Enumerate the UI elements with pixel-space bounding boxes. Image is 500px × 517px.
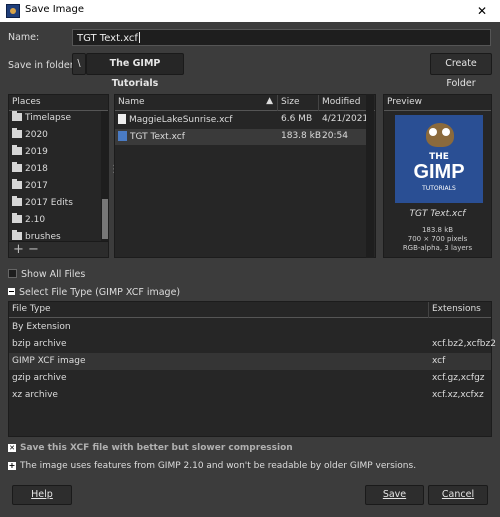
name-label: Name:	[8, 32, 40, 43]
preview-colorspace: RGB-alpha, 3 layers	[402, 244, 473, 252]
preview-dimensions: 700 × 700 pixels	[407, 235, 468, 243]
window-title: Save Image	[25, 4, 85, 15]
xcf-file-icon	[118, 131, 127, 141]
places-panel: Places Timelapse 2020 2019 2018 2017 201…	[8, 94, 109, 258]
file-type-header: File Type Extensions	[9, 302, 491, 318]
column-extensions-header[interactable]: Extensions	[429, 302, 491, 318]
places-item[interactable]: Timelapse	[9, 111, 101, 127]
save-button[interactable]: Save	[365, 485, 424, 505]
collapse-icon	[8, 288, 15, 295]
path-bar-toggle-button[interactable]: \	[72, 53, 86, 75]
places-scrollbar[interactable]	[101, 111, 109, 241]
places-item[interactable]: 2019	[9, 145, 101, 161]
preview-filename: TGT Text.xcf	[409, 209, 466, 219]
mascot-eye	[442, 128, 450, 136]
save-in-folder-label: Save in folder:	[8, 60, 77, 71]
folder-icon	[12, 196, 22, 206]
file-type-row[interactable]: By Extension	[9, 319, 491, 336]
show-all-files-checkbox[interactable]: Show All Files	[8, 269, 85, 280]
gimp-app-icon	[6, 4, 20, 18]
select-file-type-expander[interactable]: Select File Type (GIMP XCF image)	[8, 287, 180, 298]
file-row[interactable]: MaggieLakeSunrise.xcf 6.6 MB 4/21/2021	[115, 112, 368, 128]
filename-value: TGT Text.xcf	[77, 33, 138, 44]
preview-thumbnail: THE GIMP TUTORIALS	[395, 115, 483, 203]
file-list-header: Name ▲ Size Modified	[115, 95, 375, 111]
compat-note: + The image uses features from GIMP 2.10 …	[8, 461, 417, 471]
folder-icon	[12, 230, 22, 240]
cancel-button[interactable]: Cancel	[428, 485, 488, 505]
column-modified-header[interactable]: Modified	[319, 95, 367, 111]
file-size: 6.6 MB	[281, 114, 313, 124]
preview-filesize: 183.8 kB	[421, 226, 454, 234]
checkbox-box	[8, 269, 17, 278]
mascot-eye	[429, 128, 437, 136]
help-button[interactable]: Help	[12, 485, 72, 505]
folder-icon	[12, 128, 22, 138]
column-size-header[interactable]: Size	[278, 95, 319, 111]
file-type-row[interactable]: gzip archive xcf.gz,xcfgz	[9, 370, 491, 387]
places-item[interactable]: 2.10	[9, 213, 101, 229]
places-item[interactable]: 2017 Edits	[9, 196, 101, 212]
file-size: 183.8 kB	[281, 131, 322, 141]
current-folder-button[interactable]: The GIMP Tutorials	[86, 53, 184, 89]
sort-ascending-icon: ▲	[266, 96, 273, 106]
compression-option[interactable]: ✕ Save this XCF file with better but slow…	[8, 443, 293, 453]
places-header[interactable]: Places	[9, 95, 108, 111]
file-list-scrollbar[interactable]	[366, 94, 374, 258]
expander-plus-icon: +	[8, 461, 16, 470]
thumb-text-gimp: GIMP	[413, 161, 465, 183]
places-item[interactable]: 2018	[9, 162, 101, 178]
title-bar: Save Image ✕	[0, 0, 500, 22]
preview-panel: Preview THE GIMP TUTORIALS TGT Text.xcf …	[383, 94, 492, 258]
places-toolbar: + −	[9, 241, 108, 257]
preview-header: Preview	[384, 95, 491, 111]
filename-input[interactable]: TGT Text.xcf	[72, 29, 491, 46]
places-item[interactable]: 2020	[9, 128, 101, 144]
folder-icon	[12, 213, 22, 223]
places-item[interactable]: 2017	[9, 179, 101, 195]
column-file-type-header[interactable]: File Type	[9, 302, 429, 318]
folder-icon	[12, 145, 22, 155]
file-type-list: File Type Extensions By Extension bzip a…	[8, 301, 496, 437]
expander-x-icon: ✕	[8, 444, 16, 452]
document-icon	[118, 114, 126, 124]
file-modified: 20:54	[322, 131, 348, 141]
thumb-text-tutorials: TUTORIALS	[422, 185, 456, 192]
folder-icon	[12, 179, 22, 189]
file-type-row[interactable]: xz archive xcf.xz,xcfxz	[9, 387, 491, 404]
file-type-row-selected[interactable]: GIMP XCF image xcf	[9, 353, 491, 370]
column-name-header[interactable]: Name ▲	[115, 95, 278, 111]
add-bookmark-icon[interactable]: +	[13, 242, 24, 257]
wilber-mascot-icon	[426, 123, 454, 147]
create-folder-button[interactable]: Create Folder	[430, 53, 492, 89]
remove-bookmark-icon[interactable]: −	[28, 242, 39, 257]
folder-icon	[12, 111, 22, 121]
close-icon[interactable]: ✕	[464, 0, 500, 22]
folder-icon	[12, 162, 22, 172]
file-row-selected[interactable]: TGT Text.xcf 183.8 kB 20:54	[115, 129, 367, 145]
file-modified: 4/21/2021	[322, 114, 369, 124]
file-list-panel: Name ▲ Size Modified MaggieLakeSunrise.x…	[114, 94, 376, 258]
text-caret	[138, 32, 140, 43]
places-scrollbar-thumb[interactable]	[102, 199, 108, 239]
file-type-row[interactable]: bzip archive xcf.bz2,xcfbz2	[9, 336, 496, 353]
